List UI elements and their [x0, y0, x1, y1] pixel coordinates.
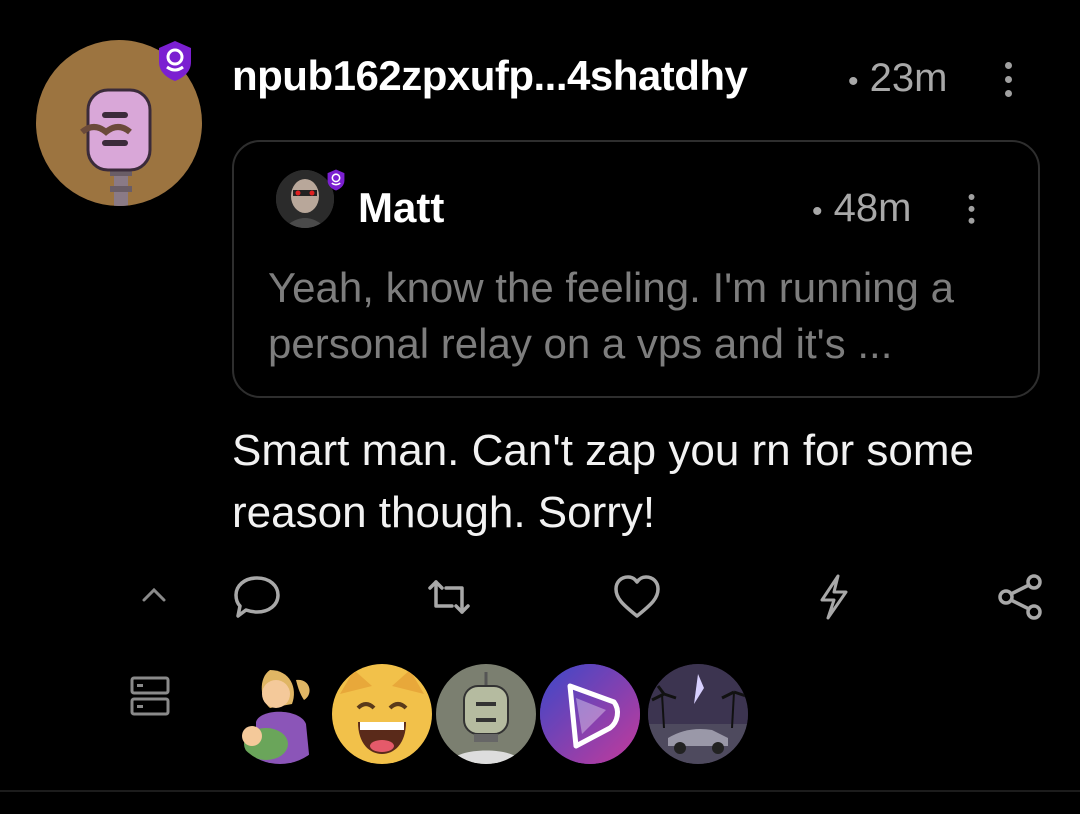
share-icon[interactable] [996, 572, 1046, 622]
quoted-time-value: 48m [833, 186, 912, 230]
note-time: • 23m [848, 56, 947, 101]
quoted-time: • 48m [812, 186, 911, 231]
reactor-purple-logo-avatar[interactable] [540, 664, 640, 764]
note-author-name[interactable]: npub162zpxufp...4shatdhy [232, 52, 748, 100]
quoted-note-card[interactable]: Matt • 48m Yeah, know the feeling. I'm r… [232, 140, 1040, 398]
reactor-palm-tree-car-avatar[interactable] [648, 664, 748, 764]
quoted-verified-badge-icon [326, 168, 346, 192]
reply-icon[interactable] [232, 572, 282, 622]
reactor-robot-avatar[interactable] [436, 664, 536, 764]
quoted-more-options-icon[interactable] [966, 194, 976, 230]
note-body: Smart man. Can't zap you rn for some rea… [232, 426, 975, 537]
time-separator: • [848, 65, 859, 98]
note-time-value: 23m [869, 56, 948, 100]
quoted-note-text: Yeah, know the feeling. I'm running a pe… [268, 264, 954, 367]
divider [0, 790, 1080, 792]
quoted-author-name[interactable]: Matt [358, 184, 444, 232]
note-more-options-icon[interactable] [1002, 62, 1014, 104]
zap-icon[interactable] [808, 572, 858, 622]
collapse-chevron-icon[interactable] [132, 572, 176, 616]
like-icon[interactable] [612, 572, 662, 622]
reactor-laughing-cat-avatar[interactable] [332, 664, 432, 764]
reactor-woman-feeding-baby-avatar[interactable] [230, 664, 330, 764]
verified-badge-icon [156, 40, 194, 82]
relay-list-icon[interactable] [128, 674, 172, 718]
quoted-time-separator: • [812, 195, 823, 228]
repost-icon[interactable] [424, 572, 474, 622]
